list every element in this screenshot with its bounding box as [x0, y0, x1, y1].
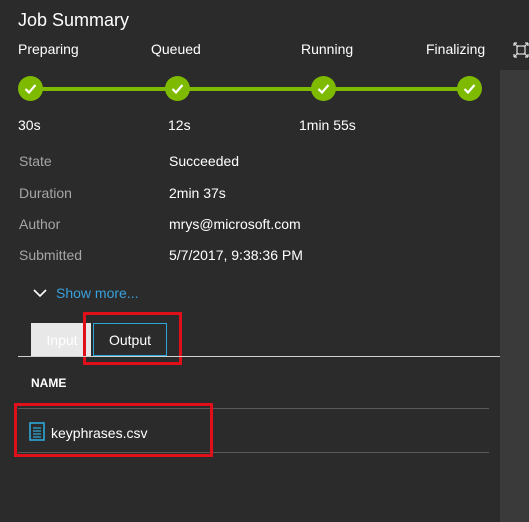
author-value: mrys@microsoft.com	[169, 216, 301, 232]
checkmark-icon	[463, 84, 476, 95]
step-time-preparing: 30s	[18, 117, 41, 133]
file-icon	[29, 422, 45, 441]
state-label: State	[19, 153, 52, 169]
tab-divider	[18, 356, 500, 357]
tab-input[interactable]: Input	[31, 323, 91, 356]
step-label-running: Running	[301, 41, 354, 57]
row-divider	[18, 452, 489, 453]
progress-line	[31, 87, 469, 91]
name-column-header: NAME	[31, 376, 67, 390]
step-complete-queued	[165, 76, 190, 101]
author-label: Author	[19, 216, 61, 232]
tab-output[interactable]: Output	[93, 323, 167, 356]
submitted-value: 5/7/2017, 9:38:36 PM	[169, 247, 303, 263]
panel-title: Job Summary	[18, 10, 130, 30]
show-more-label: Show more...	[56, 285, 139, 301]
checkmark-icon	[24, 84, 37, 95]
step-label-finalizing: Finalizing	[426, 41, 486, 57]
show-more-link[interactable]: Show more...	[33, 284, 138, 302]
right-scroll-strip	[500, 70, 529, 522]
checkmark-icon	[171, 84, 184, 95]
expand-icon[interactable]	[513, 42, 529, 58]
chevron-down-icon	[33, 289, 47, 298]
checkmark-icon	[317, 84, 330, 95]
submitted-label: Submitted	[19, 247, 83, 263]
duration-value: 2min 37s	[169, 185, 226, 201]
step-time-queued: 12s	[168, 117, 191, 133]
step-time-running: 1min 55s	[299, 117, 356, 133]
step-label-preparing: Preparing	[18, 41, 79, 57]
step-complete-running	[311, 76, 336, 101]
state-value: Succeeded	[169, 153, 240, 169]
file-name: keyphrases.csv	[51, 425, 148, 441]
job-summary-panel: Job Summary Preparing Queued Running Fin…	[0, 0, 529, 522]
file-row[interactable]: keyphrases.csv	[18, 409, 489, 452]
duration-label: Duration	[19, 185, 72, 201]
step-complete-finalizing	[457, 76, 482, 101]
step-label-queued: Queued	[151, 41, 201, 57]
step-complete-preparing	[18, 76, 43, 101]
